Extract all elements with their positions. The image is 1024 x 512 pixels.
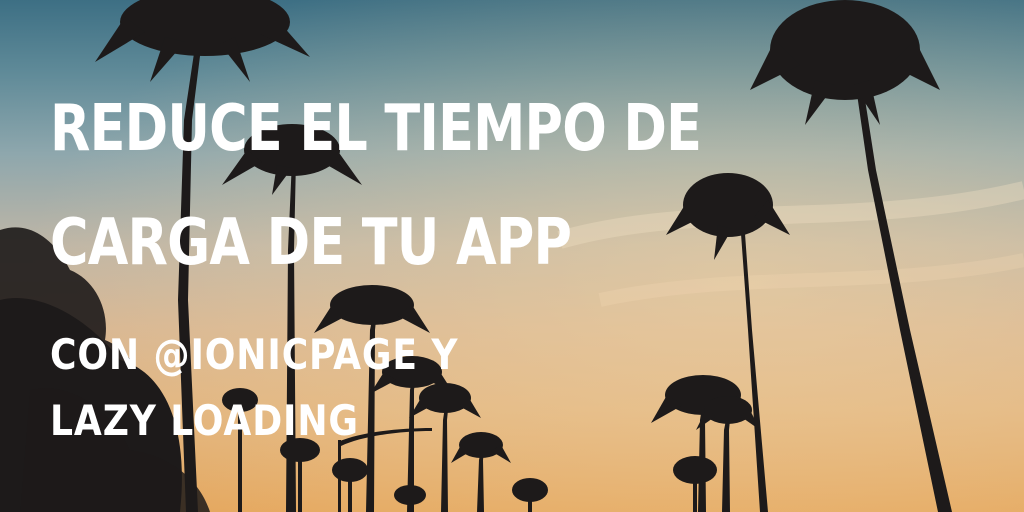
subheadline-line-1: CON @IONICPAGE Y xyxy=(50,330,459,379)
headline: REDUCE EL TIEMPO DE CARGA DE TU APP xyxy=(50,72,702,300)
subheadline: CON @IONICPAGE Y LAZY LOADING xyxy=(50,322,532,454)
headline-line-2: CARGA DE TU APP xyxy=(50,206,572,280)
subheadline-line-2: LAZY LOADING xyxy=(50,396,359,445)
headline-line-1: REDUCE EL TIEMPO DE xyxy=(50,92,702,166)
blog-banner: REDUCE EL TIEMPO DE CARGA DE TU APP CON … xyxy=(0,0,1024,512)
